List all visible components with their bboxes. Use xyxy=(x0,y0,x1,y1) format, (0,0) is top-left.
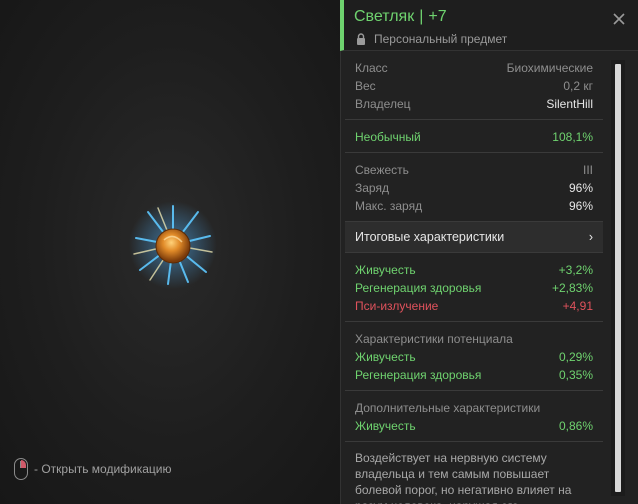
close-icon[interactable] xyxy=(612,12,626,26)
lock-icon xyxy=(357,33,365,45)
final-stats-toggle[interactable]: Итоговые характеристики › xyxy=(345,222,603,253)
condition-row-max-charge: Макс. заряд 96% xyxy=(355,197,593,215)
rarity-section: Необычный 108,1% xyxy=(345,120,603,153)
stat-label: Живучесть xyxy=(355,263,416,277)
item-subtitle: Персональный предмет xyxy=(356,32,507,46)
class-label: Класс xyxy=(355,61,388,75)
stat-row-health-regen: Регенерация здоровья +2,83% xyxy=(355,279,593,297)
stat-value: +4,91 xyxy=(562,299,593,313)
item-preview-area: - Открыть модификацию xyxy=(0,0,340,504)
item-stats-list: Класс Биохимические Вес 0,2 кг Владелец … xyxy=(345,51,603,504)
freshness-label: Свежесть xyxy=(355,163,409,177)
rarity-label: Необычный xyxy=(355,130,421,144)
additional-title: Дополнительные характеристики xyxy=(355,401,541,415)
stat-label: Живучесть xyxy=(355,350,416,364)
max-charge-value: 96% xyxy=(568,199,593,213)
weight-value: 0,2 кг xyxy=(563,79,593,93)
charge-label: Заряд xyxy=(355,181,389,195)
condition-section: Свежесть III Заряд 96% Макс. заряд 96% xyxy=(345,153,603,222)
mouse-right-click-icon xyxy=(14,458,28,480)
potential-section: Характеристики потенциала Живучесть 0,29… xyxy=(345,322,603,391)
owner-label: Владелец xyxy=(355,97,411,111)
item-title: Светляк | +7 xyxy=(354,8,447,26)
potential-title: Характеристики потенциала xyxy=(355,332,513,346)
scrollbar-thumb[interactable] xyxy=(615,64,621,492)
rarity-value: 108,1% xyxy=(552,130,593,144)
info-section: Класс Биохимические Вес 0,2 кг Владелец … xyxy=(345,51,603,120)
stat-row-vitality: Живучесть +3,2% xyxy=(355,261,593,279)
personal-item-label: Персональный предмет xyxy=(374,32,508,46)
weight-label: Вес xyxy=(355,79,376,93)
stat-label: Пси-излучение xyxy=(355,299,439,313)
item-details-panel: Светляк | +7 Персональный предмет Класс Би… xyxy=(340,0,638,504)
stat-row-psi-radiation: Пси-излучение +4,91 xyxy=(355,297,593,315)
condition-row-charge: Заряд 96% xyxy=(355,179,593,197)
stat-label: Регенерация здоровья xyxy=(355,368,482,382)
artifact-image xyxy=(129,201,217,289)
stat-value: +2,83% xyxy=(551,281,593,295)
title-separator: | xyxy=(419,8,424,25)
stat-value: +3,2% xyxy=(558,263,593,277)
info-row-owner: Владелец SilentHill xyxy=(355,95,593,113)
item-header: Светляк | +7 Персональный предмет xyxy=(340,0,638,51)
info-row-weight: Вес 0,2 кг xyxy=(355,77,593,95)
stat-value: 0,35% xyxy=(558,368,593,382)
additional-section: Дополнительные характеристики Живучесть … xyxy=(345,391,603,442)
item-description: Воздействует на нервную систему владельц… xyxy=(355,451,572,504)
stat-label: Живучесть xyxy=(355,419,416,433)
info-row-class: Класс Биохимические xyxy=(355,59,593,77)
class-value: Биохимические xyxy=(506,61,593,75)
owner-value: SilentHill xyxy=(546,97,593,111)
stat-label: Регенерация здоровья xyxy=(355,281,482,295)
potential-row-vitality: Живучесть 0,29% xyxy=(355,348,593,366)
freshness-value: III xyxy=(582,163,593,177)
hint-text: - Открыть модификацию xyxy=(34,462,172,476)
item-level: +7 xyxy=(428,8,447,25)
open-modification-hint: - Открыть модификацию xyxy=(14,458,172,480)
charge-value: 96% xyxy=(568,181,593,195)
condition-row-freshness: Свежесть III xyxy=(355,161,593,179)
potential-row-health-regen: Регенерация здоровья 0,35% xyxy=(355,366,593,384)
stat-value: 0,29% xyxy=(558,350,593,364)
additional-row-vitality: Живучесть 0,86% xyxy=(355,417,593,435)
chevron-right-icon: › xyxy=(588,230,593,244)
final-stats-label: Итоговые характеристики xyxy=(355,230,505,244)
rarity-row: Необычный 108,1% xyxy=(355,128,593,146)
stat-value: 0,86% xyxy=(558,419,593,433)
final-stats-section: Живучесть +3,2% Регенерация здоровья +2,… xyxy=(345,253,603,322)
item-name: Светляк xyxy=(354,8,415,25)
max-charge-label: Макс. заряд xyxy=(355,199,423,213)
